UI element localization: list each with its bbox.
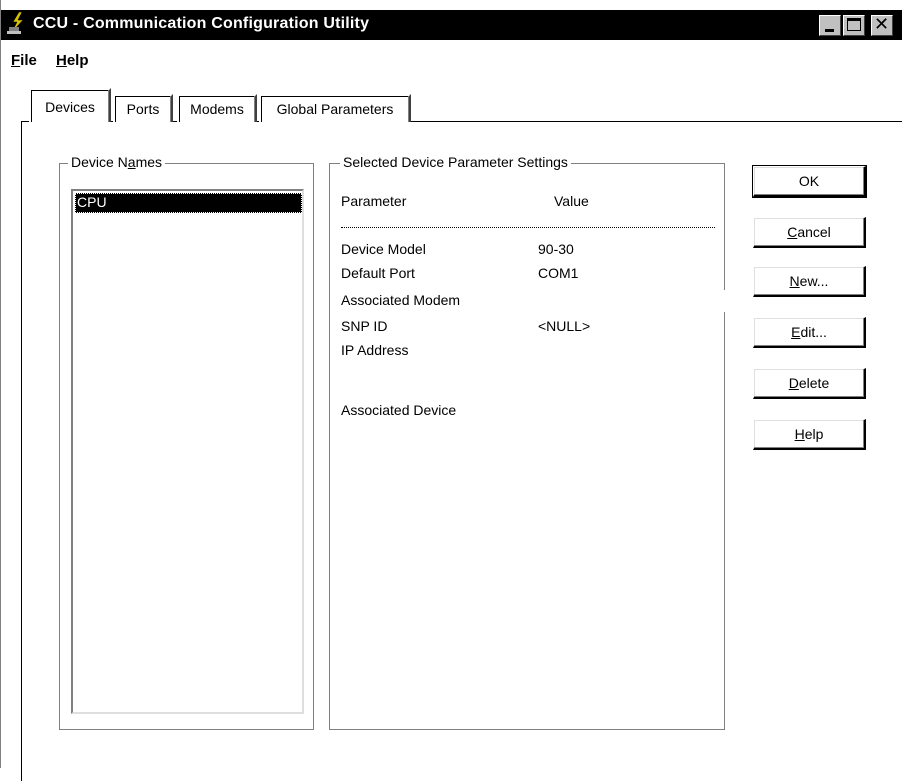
parameter-settings-legend: Selected Device Parameter Settings — [340, 154, 571, 170]
device-names-legend-post: mes — [135, 154, 163, 170]
delete-mnemonic: D — [788, 375, 799, 391]
menu-file[interactable]: File — [11, 52, 37, 69]
help-button[interactable]: Help — [753, 419, 866, 450]
menu-file-label: ile — [20, 52, 37, 69]
new-button[interactable]: New... — [753, 266, 866, 297]
close-icon: ✕ — [874, 14, 890, 35]
delete-button[interactable]: Delete — [753, 368, 866, 399]
menu-help[interactable]: Help — [56, 52, 89, 69]
ok-button[interactable]: OK — [752, 165, 867, 198]
menu-help-label: elp — [66, 52, 89, 69]
edit-label: dit... — [800, 324, 827, 340]
header-divider — [341, 227, 715, 228]
maximize-icon — [847, 18, 861, 31]
param-value-default-port: COM1 — [538, 265, 579, 281]
device-names-legend-pre: Device N — [71, 154, 128, 170]
group-border-gap — [723, 290, 727, 312]
param-name-associated-device: Associated Device — [341, 402, 457, 418]
delete-label: elete — [798, 375, 830, 391]
window-title: CCU - Communication Configuration Utilit… — [33, 15, 370, 32]
maximize-button[interactable] — [843, 15, 865, 36]
menu-bar: File Help — [1, 46, 902, 74]
minimize-button[interactable] — [819, 15, 841, 36]
param-value-snp-id: <NULL> — [538, 318, 591, 334]
param-value-device-model: 90-30 — [538, 241, 574, 257]
close-button[interactable]: ✕ — [871, 15, 893, 36]
tab-modems[interactable]: Modems — [177, 94, 257, 122]
new-mnemonic: N — [789, 273, 800, 289]
param-name-device-model: Device Model — [341, 241, 426, 257]
help-label: elp — [804, 426, 824, 442]
parameter-header: Parameter — [341, 193, 407, 209]
param-name-ip-address: IP Address — [341, 342, 409, 358]
cancel-label: ancel — [797, 224, 831, 240]
plug-lightning-icon[interactable] — [7, 11, 29, 36]
tab-devices[interactable]: Devices — [29, 88, 111, 122]
cancel-button[interactable]: Cancel — [753, 217, 866, 248]
minimize-icon — [825, 29, 834, 32]
param-name-default-port: Default Port — [341, 265, 415, 281]
list-item[interactable]: CPU — [75, 193, 302, 213]
device-names-legend: Device Names — [68, 154, 166, 170]
param-name-associated-modem: Associated Modem — [341, 292, 461, 308]
device-names-legend-mnemonic: a — [127, 154, 136, 170]
tab-global-parameters[interactable]: Global Parameters — [259, 94, 411, 122]
menu-file-mnemonic: F — [11, 52, 21, 69]
value-header: Value — [554, 193, 589, 209]
app-window: CCU - Communication Configuration Utilit… — [0, 0, 902, 781]
title-bar[interactable]: CCU - Communication Configuration Utilit… — [1, 10, 902, 40]
cancel-mnemonic: C — [787, 224, 798, 240]
param-name-snp-id: SNP ID — [341, 318, 388, 334]
edit-button[interactable]: Edit... — [753, 317, 866, 348]
help-mnemonic: H — [794, 426, 805, 442]
new-label: ew... — [799, 273, 829, 289]
tab-ports[interactable]: Ports — [113, 94, 173, 122]
menu-help-mnemonic: H — [56, 52, 67, 69]
device-names-listbox[interactable]: CPU — [71, 189, 304, 714]
